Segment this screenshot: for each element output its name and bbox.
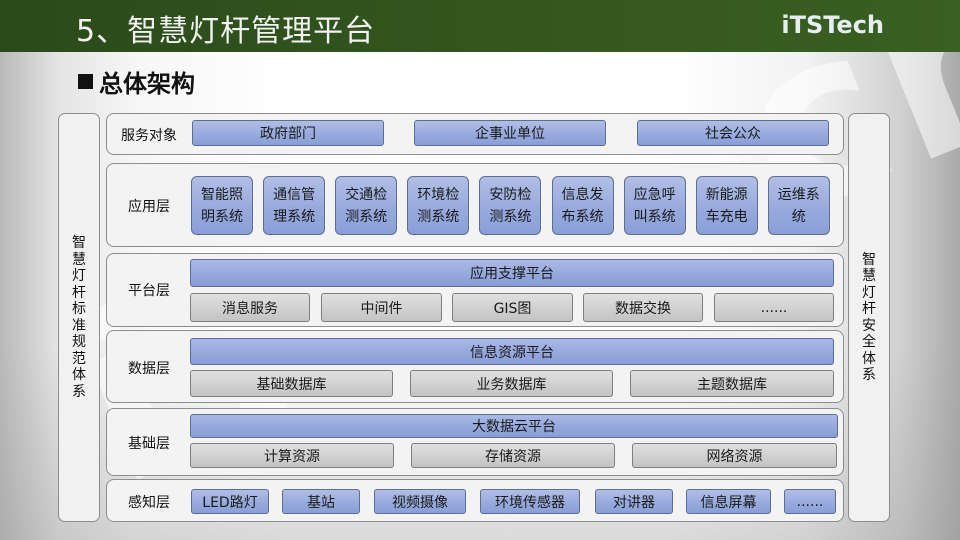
perception-item: ...... [784, 489, 836, 514]
header-bar: 5、智慧灯杆管理平台 iTSTech [0, 0, 960, 52]
application-item: 运维系统 [767, 176, 830, 235]
service-item: 社会公众 [637, 120, 829, 146]
platform-item: 消息服务 [190, 293, 310, 322]
application-item-line: 新能源 [705, 186, 748, 203]
perception-item: 信息屏幕 [686, 489, 771, 514]
platform-item: 中间件 [321, 293, 442, 322]
data-main-bar: 信息资源平台 [190, 338, 834, 365]
platform-main-bar: 应用支撑平台 [190, 259, 834, 287]
platform-item: GIS图 [452, 293, 573, 322]
application-item: 智能照 明系统 [191, 176, 253, 235]
application-item-line: 环境检 [417, 186, 460, 203]
perception-item: 视频摄像 [374, 489, 466, 514]
layer-platform: 平台层 应用支撑平台 消息服务 中间件 GIS图 数据交换 ...... [106, 253, 844, 327]
application-item-line: 测系统 [489, 208, 532, 225]
service-item: 企事业单位 [414, 120, 606, 146]
application-item: 新能源 车充电 [695, 176, 758, 235]
infrastructure-item: 网络资源 [632, 443, 837, 468]
layer-label: 基础层 [128, 436, 170, 452]
application-item: 环境检 测系统 [407, 176, 470, 235]
layer-infrastructure: 基础层 大数据云平台 计算资源 存储资源 网络资源 [106, 408, 844, 476]
infrastructure-main-bar: 大数据云平台 [190, 414, 838, 438]
data-item: 业务数据库 [410, 370, 613, 397]
perception-item: 对讲器 [595, 489, 673, 514]
layer-application: 应用层 智能照 明系统 通信管 理系统 交通检 测系统 环境检 测系统 安防检 测系统 信息发 布系统… [106, 163, 844, 247]
application-item-line: 叫系统 [633, 208, 676, 225]
data-item: 主题数据库 [630, 370, 834, 397]
layer-label: 感知层 [128, 495, 170, 511]
perception-item: LED路灯 [191, 489, 269, 514]
application-item-line: 统 [791, 208, 806, 225]
standards-system-label: 智慧灯杆标准规范体系 [72, 235, 86, 400]
brand-logo: iTSTech [781, 11, 884, 39]
layer-service: 服务对象 政府部门 企事业单位 社会公众 [106, 113, 844, 155]
section-heading: 总体架构 [78, 64, 195, 99]
application-item-line: 信息发 [561, 186, 604, 203]
layer-label: 平台层 [128, 283, 170, 299]
application-item: 安防检 测系统 [479, 176, 542, 235]
application-item-line: 布系统 [561, 208, 604, 225]
application-item: 信息发 布系统 [551, 176, 614, 235]
application-item-line: 应急呼 [633, 186, 676, 203]
layer-label: 数据层 [128, 361, 170, 377]
platform-item: ...... [714, 293, 834, 322]
layer-label: 应用层 [128, 199, 170, 215]
section-title-text: 总体架构 [99, 70, 195, 98]
standards-system-panel: 智慧灯杆标准规范体系 [58, 113, 100, 522]
application-item-line: 理系统 [273, 208, 316, 225]
application-item-line: 测系统 [417, 208, 460, 225]
security-system-panel: 智慧灯杆安全体系 [848, 113, 890, 522]
platform-item: 数据交换 [583, 293, 703, 322]
application-item-line: 测系统 [345, 208, 388, 225]
application-item-line: 车充电 [705, 208, 748, 225]
service-item: 政府部门 [192, 120, 384, 146]
infrastructure-item: 计算资源 [190, 443, 394, 468]
application-item: 应急呼 叫系统 [623, 176, 686, 235]
data-item: 基础数据库 [190, 370, 393, 397]
application-item-line: 运维系 [777, 186, 820, 203]
layer-perception: 感知层 LED路灯 基站 视频摄像 环境传感器 对讲器 信息屏幕 ...... [106, 479, 844, 522]
application-item-line: 智能照 [201, 186, 243, 203]
application-item: 通信管 理系统 [263, 176, 326, 235]
perception-item: 环境传感器 [480, 489, 580, 514]
perception-item: 基站 [282, 489, 360, 514]
layer-label: 服务对象 [121, 128, 177, 144]
application-item-line: 交通检 [345, 186, 388, 203]
square-bullet-icon [78, 74, 93, 89]
application-item-line: 安防检 [489, 186, 532, 203]
application-item-line: 通信管 [273, 186, 316, 203]
page-title: 5、智慧灯杆管理平台 [76, 14, 376, 49]
application-item-line: 明系统 [201, 208, 243, 225]
application-item: 交通检 测系统 [335, 176, 398, 235]
layer-data: 数据层 信息资源平台 基础数据库 业务数据库 主题数据库 [106, 330, 844, 403]
security-system-label: 智慧灯杆安全体系 [862, 251, 876, 384]
infrastructure-item: 存储资源 [411, 443, 615, 468]
